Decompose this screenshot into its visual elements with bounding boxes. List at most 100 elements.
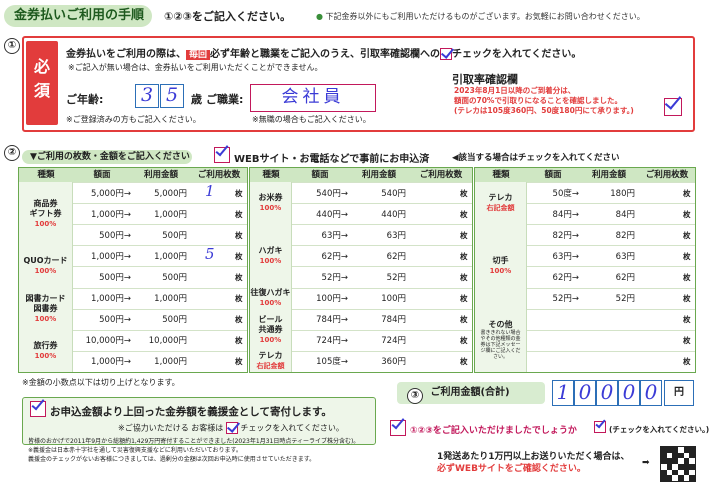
qty-input[interactable] [653,266,677,286]
use-amount: 62円 [386,251,406,262]
face-value: 62円→ [321,251,348,262]
qty-input[interactable] [424,203,448,223]
age-digit-2[interactable]: 5 [160,84,184,108]
column-header: ご利用枚数 [639,168,695,182]
rate-badge: 右記金額 [486,204,515,213]
qty-input[interactable] [424,350,448,370]
qr-code-icon[interactable] [660,446,696,482]
qty-input[interactable] [653,182,677,202]
use-amount: 500円 [162,315,187,326]
column-header: 額面 [527,168,579,182]
age-unit: 歳 [191,93,202,106]
web-applied-note: ◀該当する場合はチェックを入れてください [452,153,620,163]
donation-checkbox[interactable] [30,396,46,417]
rate-text: 2023年8月1日以降のご到着分は、 額面の70%で引取りになることを確認しまし… [454,86,634,115]
step3-number: ③ [407,388,423,404]
step2-number: ② [4,145,20,161]
qty-input[interactable] [205,350,229,370]
required-note: ※ご記入が無い場合は、金券払いをご利用いただくことができません。 [68,63,323,72]
qty-unit: 枚 [683,357,691,367]
qty-input[interactable] [205,203,229,223]
qty-input[interactable]: 5 [205,245,229,265]
qty-input[interactable] [205,224,229,244]
section2-title: ▼ご利用の枚数・金額をご記入ください [22,150,192,164]
qty-input[interactable] [424,287,448,307]
age-digit-1[interactable]: 3 [135,84,159,108]
qty-input[interactable] [424,308,448,328]
qty-input[interactable]: 1 [205,182,229,202]
age-label: ご年齢: [66,93,104,106]
use-amount: 100円 [381,294,406,305]
use-amount: 1,000円 [154,251,187,262]
face-value: 84円→ [552,209,579,220]
qty-input[interactable] [205,266,229,286]
column-header: 額面 [73,168,131,182]
qty-input[interactable] [205,308,229,328]
face-value: 440円→ [316,209,348,220]
total-digit[interactable]: 0 [618,380,640,406]
qty-unit: 枚 [235,357,243,367]
total-digit[interactable]: 0 [640,380,662,406]
column-header: 額面 [292,168,348,182]
required-badge: 必須 [26,41,58,125]
column-header: 利用金額 [579,168,639,182]
age-note: ※ご登録済みの方もご記入ください。 [66,115,201,124]
rounding-note: ※金額の小数点以下は切り上げとなります。 [22,378,180,387]
total-label: ご利用金額(合計) [430,387,510,398]
qty-input[interactable] [205,329,229,349]
web-notice: 1発送あたり1万円以上お送りいただく場合は、 必ずWEBサイトをご確認ください。 [437,452,630,474]
column-header: 種類 [19,168,73,182]
rate-badge: 100% [34,351,57,360]
job-field[interactable]: 会社員 [250,84,376,112]
rate-checkbox[interactable] [664,92,682,116]
confirm-checkbox-2[interactable] [594,417,606,433]
qty-unit: 枚 [683,315,691,325]
qty-input[interactable] [653,224,677,244]
qty-input[interactable] [653,245,677,265]
header-note: ● 下記金券以外にもご利用いただけるものがございます。お気軽にお問い合わせくださ… [316,12,645,21]
total-digit[interactable]: 0 [596,380,618,406]
total-digit[interactable]: 0 [574,380,596,406]
qty-input[interactable] [653,287,677,307]
rate-title: 引取率確認欄 [452,73,518,86]
qty-input[interactable] [653,203,677,223]
use-amount: 500円 [162,230,187,241]
qty-unit: 枚 [683,251,691,261]
category-cell: お米券 100% [250,182,292,225]
qty-input[interactable] [205,287,229,307]
face-value: 63円→ [552,251,579,262]
qty-input[interactable] [653,308,677,328]
page-title: 金券払いご利用の手順 [4,5,152,27]
qty-input[interactable] [653,350,677,370]
check-icon [440,48,453,60]
qty-input[interactable] [424,224,448,244]
use-amount: 63円 [615,251,635,262]
qty-unit: 枚 [460,336,468,346]
confirm-note: (チェックを入れてください。) [609,425,710,434]
qty-input[interactable] [424,266,448,286]
total-digit[interactable]: 1 [552,380,574,406]
web-applied-checkbox[interactable] [214,142,230,163]
checkmark-icon [595,417,606,429]
confirm-checkbox[interactable] [390,415,406,436]
qty-input[interactable] [424,329,448,349]
use-amount: 10,000円 [148,336,187,347]
donation-title: お申込金額より上回った金券額を義援金として寄付します。 [50,406,332,418]
category-cell: 切手 100% [475,224,527,309]
category-cell: 旅行券 100% [19,329,73,372]
qty-unit: 枚 [460,315,468,325]
category-cell: QUOカード 100% [19,245,73,288]
donation-sub: ※ご協力いただける お客様は チェックを入れてください。 [118,422,344,434]
qty-input[interactable] [424,182,448,202]
face-value: 1,000円→ [91,357,131,368]
qty-input[interactable] [653,329,677,349]
face-value: 10,000円→ [85,336,131,347]
arrow-icon: ➡ [642,458,650,468]
instruction-text: ①②③をご記入ください。 [164,10,291,23]
table-vouchers-3: 種類 額面 利用金額 ご利用枚数 50度→ 180円枚 84円→ 84円枚 82円→ 82円枚 63… [474,167,696,373]
face-value: 500円→ [99,230,131,241]
face-value: 540円→ [316,188,348,199]
qty-input[interactable] [424,245,448,265]
rate-badge: 右記金額 [256,362,285,371]
qty-unit: 枚 [683,230,691,240]
